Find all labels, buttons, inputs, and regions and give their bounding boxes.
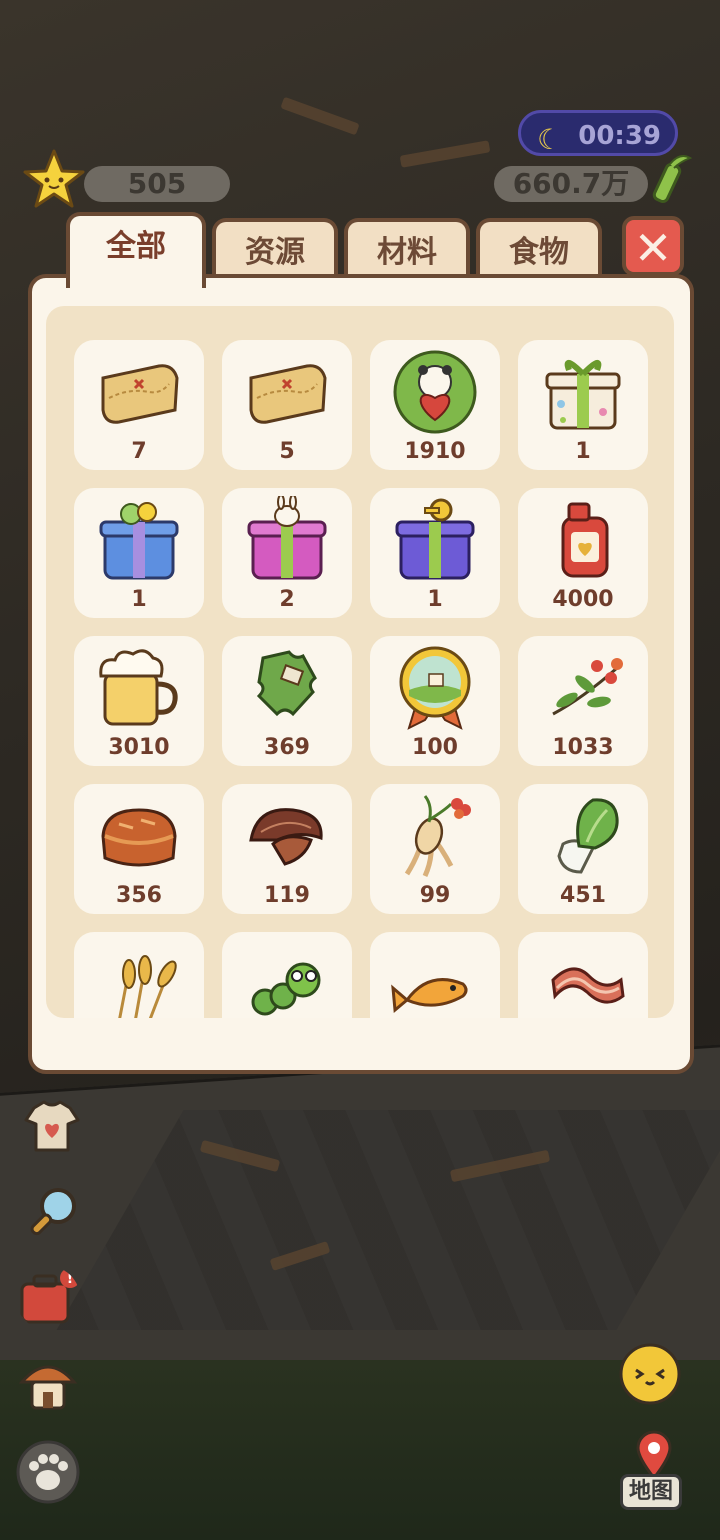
item-count: 7	[131, 439, 147, 464]
inventory-item[interactable]	[518, 932, 648, 1018]
inventory-grid[interactable]: 7 5 1910 1 1 2 1 4000 3010 369 100 1033 …	[46, 306, 674, 1018]
wheat-icon	[118, 955, 177, 1018]
bamboo-icon	[652, 155, 693, 204]
blue-flower-gift-icon	[99, 502, 179, 580]
grass-ground	[0, 1360, 720, 1540]
tab-resources[interactable]: 资源	[212, 218, 338, 280]
item-count: 1	[575, 439, 591, 464]
inventory-item[interactable]: 369	[222, 636, 352, 766]
item-count: 1910	[404, 439, 466, 464]
fish-icon	[391, 978, 468, 1013]
item-count: 2	[279, 587, 295, 612]
tab-all[interactable]: 全部	[66, 212, 206, 288]
paw-icon[interactable]	[16, 1440, 80, 1504]
inventory-item[interactable]: 5	[222, 340, 352, 470]
inventory-item[interactable]: 1033	[518, 636, 648, 766]
item-count: 3010	[108, 735, 170, 760]
close-icon: ✕	[633, 221, 673, 275]
bok-choy-icon	[557, 798, 619, 874]
inventory-item[interactable]: 3010	[74, 636, 204, 766]
landscape-medal-icon	[399, 646, 471, 730]
item-count: 356	[116, 883, 162, 908]
shirt-icon[interactable]	[20, 1094, 84, 1158]
inventory-item[interactable]	[222, 932, 352, 1018]
plank	[280, 96, 360, 136]
panda-heart-badge-icon	[393, 350, 477, 434]
polka-dot-gift-icon	[545, 360, 621, 430]
inventory-item[interactable]: 100	[370, 636, 500, 766]
item-count: 100	[412, 735, 458, 760]
inventory-item[interactable]: 451	[518, 784, 648, 914]
inventory-item[interactable]: 356	[74, 784, 204, 914]
item-count: 1	[131, 587, 147, 612]
inventory-item[interactable]: 1910	[370, 340, 500, 470]
star-count: 505	[84, 166, 230, 202]
mushroom-icon	[249, 808, 323, 866]
item-count: 119	[264, 883, 310, 908]
plank	[399, 140, 491, 168]
toolbox-icon[interactable]: !	[16, 1266, 80, 1330]
item-count: 1033	[552, 735, 614, 760]
inventory-item[interactable]: 99	[370, 784, 500, 914]
map-pin-icon	[636, 1430, 672, 1480]
inventory-item[interactable]: 7	[74, 340, 204, 470]
ginseng-icon	[404, 795, 471, 878]
treasure-map-icon	[249, 364, 327, 424]
bread-icon	[101, 808, 177, 867]
bacon-icon	[551, 967, 625, 1004]
emoji-icon[interactable]	[618, 1342, 682, 1406]
jam-jar-icon	[561, 502, 609, 578]
moon-icon: ☾	[537, 123, 563, 156]
puzzle-piece-icon	[256, 650, 317, 717]
inventory-item[interactable]: 1	[74, 488, 204, 618]
caterpillar-icon	[251, 962, 321, 1016]
close-button[interactable]: ✕	[622, 216, 684, 276]
inventory-item[interactable]: 1	[370, 488, 500, 618]
star-icon	[23, 149, 85, 208]
item-count: 5	[279, 439, 295, 464]
inventory-item[interactable]	[370, 932, 500, 1018]
inventory-item[interactable]: 119	[222, 784, 352, 914]
magnifier-icon[interactable]	[22, 1180, 86, 1244]
item-count: 369	[264, 735, 310, 760]
item-count: 99	[419, 883, 451, 908]
pink-bunny-gift-icon	[247, 496, 327, 580]
beer-mug-icon	[99, 649, 178, 726]
coin-count: 660.7万	[494, 166, 648, 202]
inventory-item[interactable]: 4000	[518, 488, 648, 618]
inventory-item[interactable]: 1	[518, 340, 648, 470]
item-count: 1	[427, 587, 443, 612]
inventory-item[interactable]	[74, 932, 204, 1018]
treasure-map-icon	[101, 364, 179, 424]
berry-branch-icon	[552, 658, 623, 716]
map-label: 地图	[620, 1474, 683, 1510]
purple-key-gift-icon	[395, 498, 475, 580]
item-count: 4000	[552, 587, 614, 612]
tab-food[interactable]: 食物	[476, 218, 602, 280]
tab-materials[interactable]: 材料	[344, 218, 470, 280]
inventory-item[interactable]: 2	[222, 488, 352, 618]
item-count: 451	[560, 883, 606, 908]
mushroom-house-icon[interactable]	[16, 1352, 80, 1416]
map-button[interactable]: 地图	[614, 1430, 694, 1520]
